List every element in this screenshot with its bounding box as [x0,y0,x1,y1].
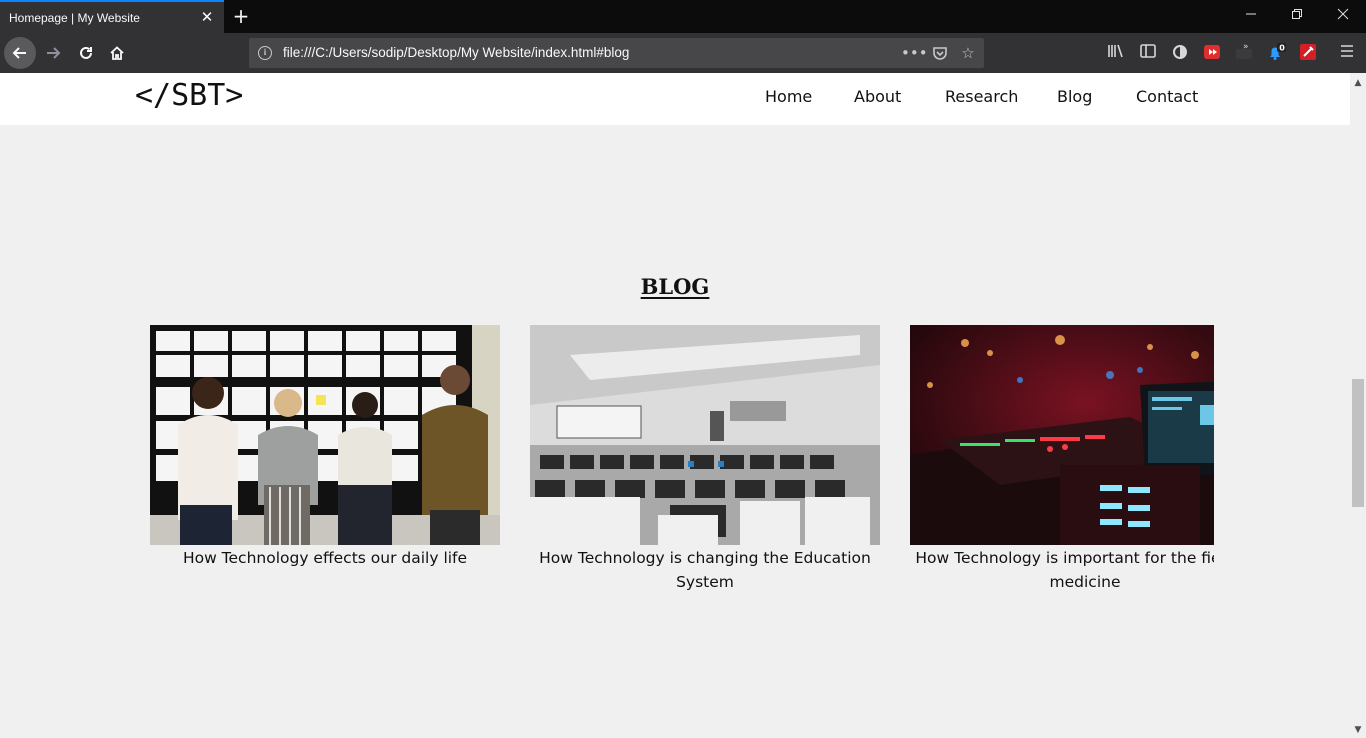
blog-card[interactable]: How Technology is important for the fiel… [910,325,1214,594]
media-extension-icon[interactable] [1201,43,1223,63]
nav-link-contact[interactable]: Contact [1136,87,1198,106]
nav-link-about[interactable]: About [854,87,901,106]
page-scrollbar[interactable]: ▲ ▼ [1350,73,1366,738]
browser-tab[interactable]: Homepage | My Website ✕ [0,0,224,33]
scroll-up-arrow-icon[interactable]: ▲ [1350,75,1366,91]
hamburger-menu-icon[interactable] [1336,43,1358,63]
notifications-icon[interactable]: 0 [1265,43,1287,63]
page-actions-icon[interactable]: ••• [901,42,928,64]
back-button[interactable] [4,37,36,69]
nav-link-research[interactable]: Research [945,87,1018,106]
site-logo[interactable]: </SBT> [135,78,243,113]
blog-card-caption[interactable]: How Technology is changing the Education… [530,546,880,594]
edit-extension-icon[interactable] [1297,43,1319,63]
library-icon[interactable] [1105,43,1127,63]
address-bar[interactable]: i file:///C:/Users/sodip/Desktop/My Webs… [249,38,984,68]
blog-card[interactable]: How Technology effects our daily life [150,325,500,570]
scrollbar-thumb[interactable] [1352,379,1364,507]
close-window-icon[interactable] [1320,0,1366,33]
site-info-icon[interactable]: i [258,46,272,60]
blog-card-caption[interactable]: How Technology is important for the fiel… [910,546,1214,594]
scroll-down-arrow-icon[interactable]: ▼ [1350,722,1366,738]
bookmark-star-icon[interactable]: ☆ [957,42,979,64]
site-header: </SBT> Home About Research Blog Contact [0,73,1350,125]
blog-card-caption[interactable]: How Technology effects our daily life [150,546,500,570]
blog-card-clip: How Technology is important for the fiel… [910,325,1214,625]
restore-icon[interactable] [1274,0,1320,33]
blog-card-image[interactable] [150,325,500,545]
page-viewport: </SBT> Home About Research Blog Contact … [0,73,1350,738]
nav-link-home[interactable]: Home [765,87,812,106]
sidebar-icon[interactable] [1137,43,1159,63]
url-text[interactable]: file:///C:/Users/sodip/Desktop/My Websit… [283,45,629,60]
sync-extension-icon[interactable] [1169,43,1191,63]
browser-toolbar: i file:///C:/Users/sodip/Desktop/My Webs… [0,33,1366,73]
blog-heading: BLOG [640,274,710,299]
home-button[interactable] [101,37,133,69]
tab-bar: Homepage | My Website ✕ + [0,0,1366,33]
reload-button[interactable] [70,37,102,69]
svg-text:»: » [1243,43,1249,52]
close-tab-icon[interactable]: ✕ [198,8,216,26]
blog-card-image[interactable] [530,325,880,545]
more-tools-icon[interactable]: » [1233,42,1255,63]
forward-button[interactable] [37,37,69,69]
blog-card-image[interactable] [910,325,1214,545]
minimize-icon[interactable] [1228,0,1274,33]
blog-card[interactable]: How Technology is changing the Education… [530,325,880,594]
notification-count: 0 [1279,44,1285,53]
nav-link-blog[interactable]: Blog [1057,87,1092,106]
new-tab-icon[interactable]: + [230,5,252,27]
tab-title: Homepage | My Website [9,11,140,25]
pocket-icon[interactable] [929,42,951,64]
